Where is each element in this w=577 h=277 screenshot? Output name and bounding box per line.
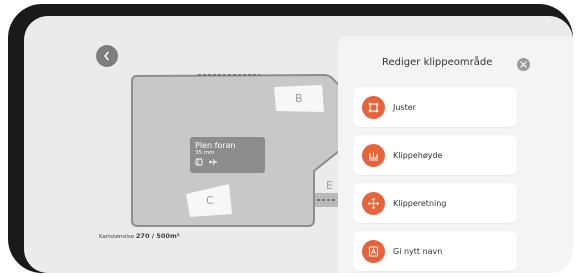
adjust-icon [362,95,385,119]
rename-icon [362,239,385,263]
menu-item-label: Gi nytt navn [393,246,443,256]
area-cutting-height: 35 mm [195,150,215,156]
app-screen: B C E Plen foran 35 mm Kartstørrelse 270… [24,16,573,273]
menu-item-adjust[interactable]: Juster [353,87,517,127]
cutting-height-icon [362,143,385,167]
menu-item-direction[interactable]: Klipperetning [353,183,517,223]
menu-item-rename[interactable]: Gi nytt navn [353,231,517,271]
zone-label-e: E [326,179,333,192]
chevron-left-icon [104,51,109,61]
zone-label-c: C [206,194,214,207]
close-button[interactable] [517,58,530,71]
area-info-card[interactable]: Plen foran 35 mm [190,137,265,173]
area-title: Plen foran [195,141,236,150]
square-icon [195,158,203,166]
direction-icon [362,191,385,215]
menu-item-label: Juster [393,102,416,112]
airplane-icon [209,158,217,166]
map-size-readout: Kartstørrelse 270 / 500m² [99,232,180,240]
map-size-label: Kartstørrelse [99,234,135,240]
device-frame: B C E Plen foran 35 mm Kartstørrelse 270… [8,4,573,273]
back-button[interactable] [96,45,118,67]
menu-item-label: Klippehøyde [393,150,443,160]
zone-label-b: B [295,92,303,105]
menu-item-cutting-height[interactable]: Klippehøyde [353,135,517,175]
edit-area-panel: Rediger klippeområde Juster Klippehøyde … [338,36,573,273]
map-size-value: 270 / 500m² [135,232,180,240]
close-icon [520,61,527,68]
panel-title: Rediger klippeområde [382,57,493,68]
menu-item-label: Klipperetning [393,198,447,208]
